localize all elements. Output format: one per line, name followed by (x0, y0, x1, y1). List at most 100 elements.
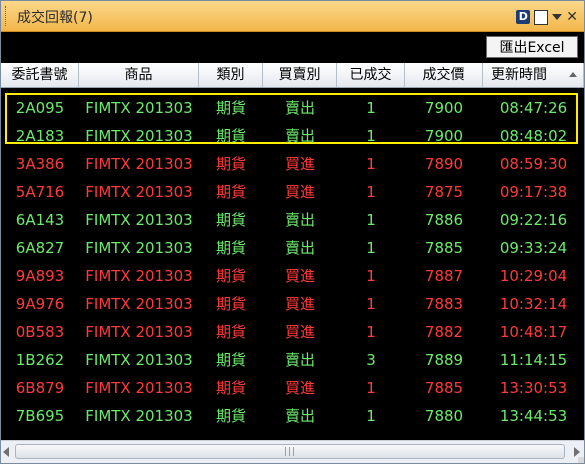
cell-side: 賣出 (284, 351, 315, 369)
column-header-category[interactable]: 類別 (199, 63, 263, 87)
cell-product: FIMTX 201303 (85, 295, 193, 313)
cell-product: FIMTX 201303 (85, 127, 193, 145)
trade-report-window: 成交回報(7) D ✕ 匯出Excel 委託書號 商品 類別 買賣別 已成交 成… (0, 0, 585, 464)
cell-order-id: 0B583 (15, 323, 65, 341)
scroll-right-icon[interactable] (574, 447, 580, 457)
cell-side: 賣出 (284, 211, 315, 229)
cell-price: 7885 (424, 379, 464, 397)
table-row[interactable]: 2A183 FIMTX 201303 期貨 賣出 1 7900 08:48:02 (1, 122, 584, 150)
cell-order-id: 6A827 (15, 239, 65, 257)
table-header: 委託書號 商品 類別 買賣別 已成交 成交價 更新時間 (1, 63, 584, 88)
cell-side: 買進 (284, 183, 315, 201)
cell-filled: 1 (366, 127, 376, 145)
cell-category: 期貨 (215, 323, 246, 341)
cell-product: FIMTX 201303 (85, 351, 193, 369)
cell-order-id: 1B262 (15, 351, 65, 369)
cell-category: 期貨 (215, 379, 246, 397)
cell-filled: 1 (366, 211, 376, 229)
cell-filled: 1 (366, 379, 376, 397)
cell-side: 買進 (284, 267, 315, 285)
scrollbar-thumb[interactable]: ||| (15, 444, 565, 459)
cell-time: 13:30:53 (499, 379, 568, 397)
column-header-update-time[interactable]: 更新時間 (483, 63, 584, 87)
cell-side: 買進 (284, 295, 315, 313)
table-row[interactable]: 9A976 FIMTX 201303 期貨 買進 1 7883 10:32:14 (1, 290, 584, 318)
cell-order-id: 2A095 (15, 99, 65, 117)
table-row[interactable]: 9A893 FIMTX 201303 期貨 買進 1 7887 10:29:04 (1, 262, 584, 290)
cell-category: 期貨 (215, 211, 246, 229)
trade-table: 2A095 FIMTX 201303 期貨 賣出 1 7900 08:47:26 2A183 F… (1, 88, 584, 438)
column-header-product[interactable]: 商品 (79, 63, 199, 87)
cell-product: FIMTX 201303 (85, 407, 193, 425)
cell-category: 期貨 (215, 239, 246, 257)
cell-price: 7890 (424, 155, 464, 173)
cell-time: 08:47:26 (499, 99, 568, 117)
cell-time: 08:48:02 (499, 127, 568, 145)
cell-category: 期貨 (215, 407, 246, 425)
sort-ascending-icon (569, 72, 577, 77)
cell-category: 期貨 (215, 351, 246, 369)
cell-order-id: 6B879 (15, 379, 65, 397)
cell-filled: 1 (366, 295, 376, 313)
table-row[interactable]: 7B695 FIMTX 201303 期貨 賣出 1 7880 13:44:53 (1, 402, 584, 430)
cell-side: 賣出 (284, 127, 315, 145)
drag-grip[interactable] (5, 6, 9, 26)
column-header-order-id[interactable]: 委託書號 (1, 63, 79, 87)
cell-order-id: 9A893 (15, 267, 65, 285)
column-header-price[interactable]: 成交價 (405, 63, 483, 87)
table-row[interactable]: 6A827 FIMTX 201303 期貨 賣出 1 7885 09:33:24 (1, 234, 584, 262)
window-title: 成交回報(7) (17, 10, 93, 26)
cell-time: 10:48:17 (499, 323, 568, 341)
cell-product: FIMTX 201303 (85, 183, 193, 201)
column-header-side[interactable]: 買賣別 (263, 63, 337, 87)
close-icon[interactable]: ✕ (566, 10, 578, 24)
column-header-filled[interactable]: 已成交 (337, 63, 405, 87)
cell-product: FIMTX 201303 (85, 99, 193, 117)
table-row[interactable]: 3A386 FIMTX 201303 期貨 買進 1 7890 08:59:30 (1, 150, 584, 178)
table-row[interactable]: 0B583 FIMTX 201303 期貨 買進 1 7882 10:48:17 (1, 318, 584, 346)
table-row[interactable]: 6B879 FIMTX 201303 期貨 買進 1 7885 13:30:53 (1, 374, 584, 402)
cell-filled: 1 (366, 267, 376, 285)
cell-time: 09:22:16 (499, 211, 568, 229)
cell-product: FIMTX 201303 (85, 379, 193, 397)
resize-corner[interactable] (578, 457, 584, 463)
cell-price: 7875 (424, 183, 464, 201)
cell-time: 09:33:24 (499, 239, 568, 257)
cell-time: 13:44:53 (499, 407, 568, 425)
cell-order-id: 7B695 (15, 407, 65, 425)
cell-price: 7887 (424, 267, 464, 285)
cell-price: 7882 (424, 323, 464, 341)
cell-product: FIMTX 201303 (85, 211, 193, 229)
cell-category: 期貨 (215, 127, 246, 145)
copy-icon[interactable] (534, 9, 549, 25)
cell-order-id: 9A976 (15, 295, 65, 313)
cell-category: 期貨 (215, 267, 246, 285)
cell-price: 7886 (424, 211, 464, 229)
cell-filled: 1 (366, 183, 376, 201)
cell-time: 10:32:14 (499, 295, 568, 313)
scroll-left-icon[interactable] (3, 447, 9, 457)
scrollbar-grip: ||| (283, 447, 297, 457)
toolbar: 匯出Excel (1, 32, 584, 62)
dropdown-arrow-icon[interactable] (552, 14, 563, 20)
table-row[interactable]: 2A095 FIMTX 201303 期貨 賣出 1 7900 08:47:26 (1, 94, 584, 122)
cell-time: 08:59:30 (499, 155, 568, 173)
cell-product: FIMTX 201303 (85, 267, 193, 285)
cell-category: 期貨 (215, 295, 246, 313)
table-row[interactable]: 5A716 FIMTX 201303 期貨 買進 1 7875 09:17:38 (1, 178, 584, 206)
table-row[interactable]: 1B262 FIMTX 201303 期貨 賣出 3 7889 11:14:15 (1, 346, 584, 374)
cell-order-id: 3A386 (15, 155, 65, 173)
cell-product: FIMTX 201303 (85, 155, 193, 173)
cell-side: 賣出 (284, 239, 315, 257)
cell-price: 7889 (424, 351, 464, 369)
cell-category: 期貨 (215, 155, 246, 173)
table-row[interactable]: 6A143 FIMTX 201303 期貨 賣出 1 7886 09:22:16 (1, 206, 584, 234)
export-excel-button[interactable]: 匯出Excel (486, 36, 578, 58)
cell-category: 期貨 (215, 99, 246, 117)
cell-filled: 1 (366, 407, 376, 425)
d-app-icon[interactable]: D (516, 10, 531, 24)
cell-side: 買進 (284, 379, 315, 397)
cell-price: 7880 (424, 407, 464, 425)
horizontal-scrollbar[interactable]: ||| (1, 440, 584, 463)
title-bar[interactable]: 成交回報(7) D ✕ (1, 1, 584, 32)
